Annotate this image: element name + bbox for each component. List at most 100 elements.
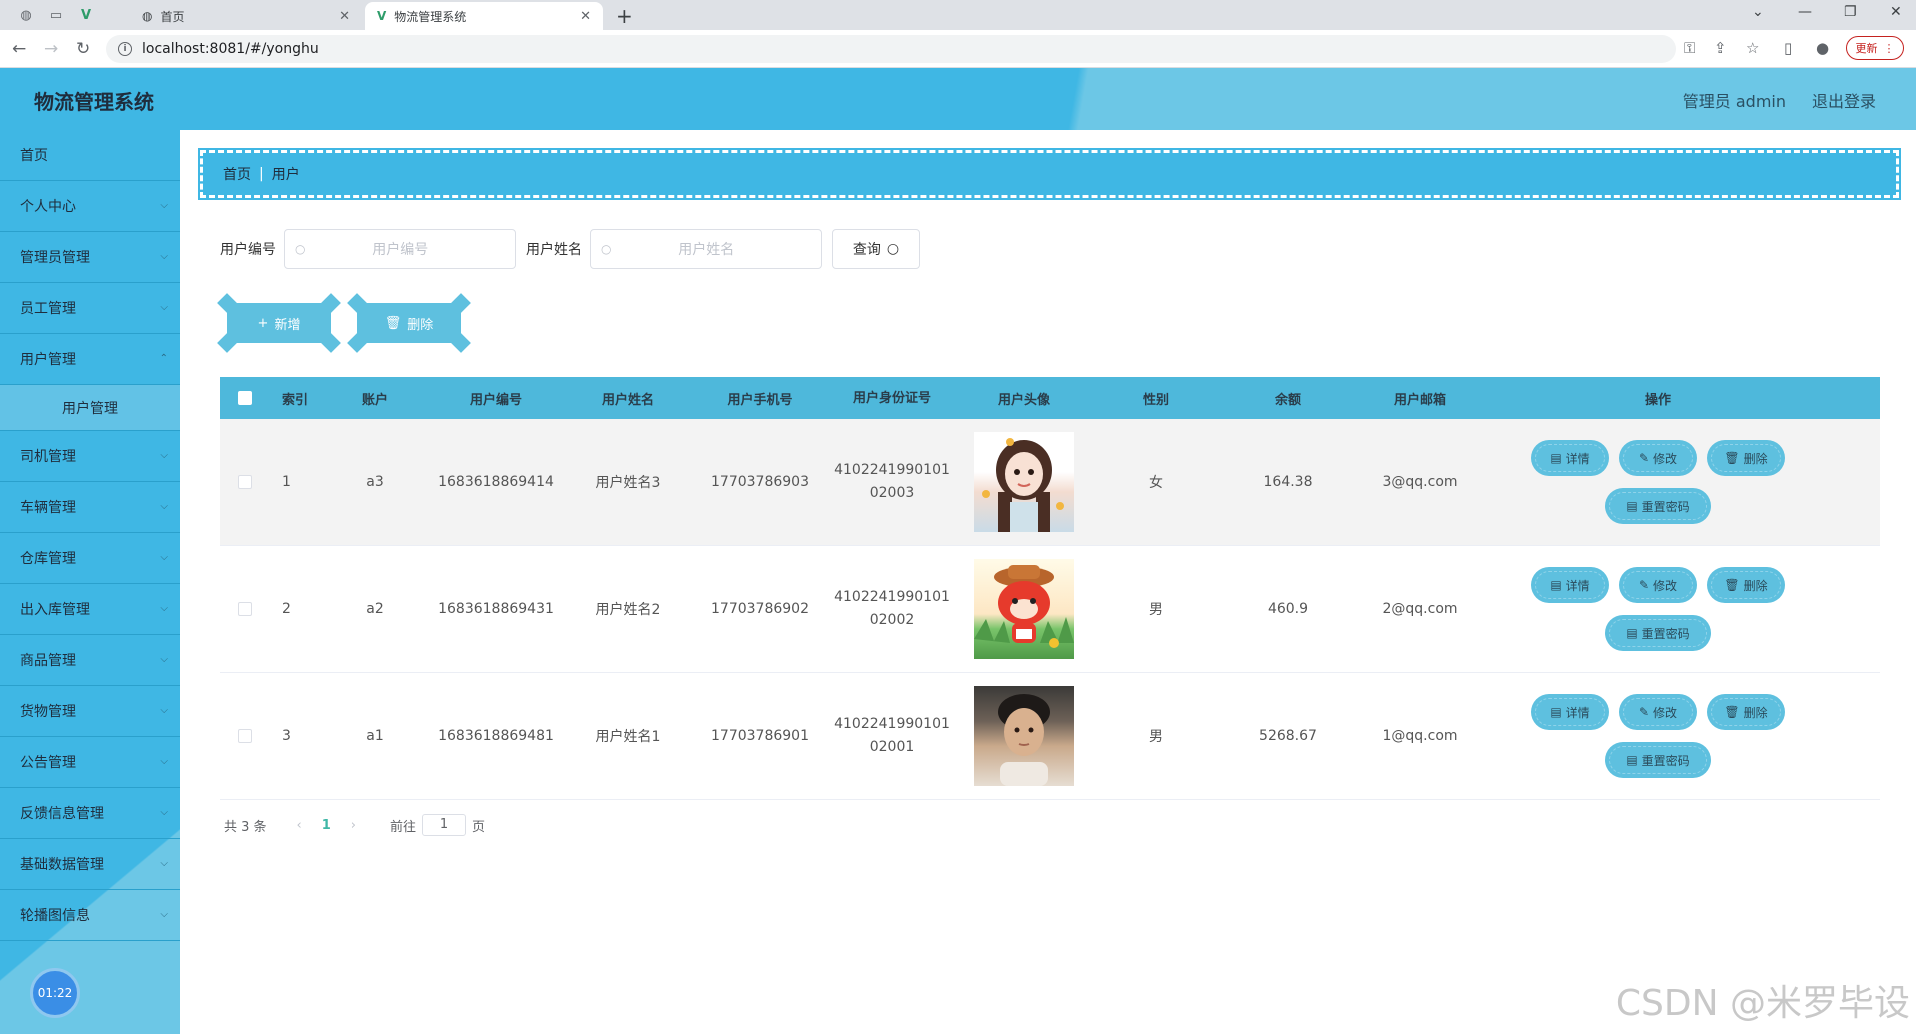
vue-logo-icon[interactable]: V bbox=[76, 5, 96, 25]
row-checkbox[interactable] bbox=[238, 475, 252, 489]
sidepanel-icon[interactable]: ▯ bbox=[1784, 39, 1792, 57]
current-page[interactable]: 1 bbox=[322, 818, 331, 833]
detail-button[interactable]: ▤ 详情 bbox=[1531, 694, 1609, 730]
sidebar-item-admins[interactable]: 管理员管理 ⌵ bbox=[0, 232, 180, 283]
back-icon[interactable]: ← bbox=[12, 39, 26, 59]
edit-button[interactable]: ✎ 修改 bbox=[1619, 440, 1697, 476]
users-table: 索引 账户 用户编号 用户姓名 用户手机号 用户身份证号 用户头像 性别 余额 … bbox=[220, 377, 1880, 800]
batch-delete-button[interactable]: 🗑 删除 bbox=[347, 293, 471, 353]
info-icon[interactable]: i bbox=[118, 42, 132, 56]
reset-password-button[interactable]: ▤ 重置密码 bbox=[1605, 615, 1711, 651]
cell-id-number: 4102241990101 02003 bbox=[826, 459, 958, 505]
sidebar-item-users[interactable]: 用户管理 ⌃ bbox=[0, 334, 180, 385]
button-corner bbox=[347, 293, 367, 313]
sidebar-item-inout[interactable]: 出入库管理 ⌵ bbox=[0, 584, 180, 635]
sidebar: 首页 个人中心 ⌵ 管理员管理 ⌵ 员工管理 ⌵ 用户管理 ⌃ 用户管理 司机管理 ⌵ 车… bbox=[0, 130, 180, 1034]
sidebar-item-basedata[interactable]: 基础数据管理 ⌵ bbox=[0, 839, 180, 890]
row-checkbox[interactable] bbox=[238, 602, 252, 616]
chevron-up-icon: ⌃ bbox=[159, 353, 168, 364]
minimize-icon[interactable]: — bbox=[1798, 4, 1812, 20]
current-user: 管理员 admin bbox=[1682, 92, 1786, 111]
chevron-down-icon: ⌵ bbox=[160, 807, 168, 818]
column-header: 用户头像 bbox=[997, 392, 1050, 408]
cell-index: 2 bbox=[282, 601, 291, 617]
row-checkbox[interactable] bbox=[238, 729, 252, 743]
sidebar-item-home[interactable]: 首页 bbox=[0, 130, 180, 181]
trash-icon: 🗑 bbox=[1724, 451, 1740, 465]
delete-button[interactable]: 🗑 删除 bbox=[1707, 440, 1785, 476]
logout-link[interactable]: 退出登录 bbox=[1812, 88, 1876, 112]
restore-icon[interactable]: ❐ bbox=[1844, 4, 1857, 20]
avatar-image[interactable] bbox=[974, 686, 1074, 786]
update-button[interactable]: 更新 ⋮ bbox=[1846, 36, 1904, 60]
sidebar-item-vehicles[interactable]: 车辆管理 ⌵ bbox=[0, 482, 180, 533]
tab-home[interactable]: ◍ 首页 ✕ bbox=[130, 2, 362, 30]
reset-password-button[interactable]: ▤ 重置密码 bbox=[1605, 742, 1711, 778]
user-no-input[interactable]: ○ 用户编号 bbox=[284, 229, 516, 269]
breadcrumb-home[interactable]: 首页 bbox=[223, 164, 251, 184]
url-input[interactable]: i localhost:8081/#/yonghu bbox=[106, 35, 1676, 63]
profile-icon[interactable]: ● bbox=[1816, 39, 1829, 57]
pagination: 共 3 条 ‹ 1 › 前往 1 页 bbox=[224, 814, 485, 836]
delete-button[interactable]: 🗑 删除 bbox=[1707, 567, 1785, 603]
edit-button[interactable]: ✎ 修改 bbox=[1619, 567, 1697, 603]
cell-email: 2@qq.com bbox=[1382, 601, 1458, 617]
add-button[interactable]: + 新增 bbox=[217, 293, 341, 353]
table-header: 索引 账户 用户编号 用户姓名 用户手机号 用户身份证号 用户头像 性别 余额 … bbox=[220, 377, 1880, 419]
edit-button[interactable]: ✎ 修改 bbox=[1619, 694, 1697, 730]
share-icon[interactable]: ⇪ bbox=[1714, 39, 1727, 57]
edit-label: 修改 bbox=[1653, 578, 1678, 593]
chevron-down-icon[interactable]: ⌄ bbox=[1752, 4, 1764, 20]
sidebar-item-label: 仓库管理 bbox=[20, 551, 76, 567]
sidebar-item-staff[interactable]: 员工管理 ⌵ bbox=[0, 283, 180, 334]
sidebar-item-products[interactable]: 商品管理 ⌵ bbox=[0, 635, 180, 686]
globe-icon[interactable]: ◍ bbox=[16, 5, 36, 25]
forward-icon[interactable]: → bbox=[44, 39, 58, 59]
delete-button[interactable]: 🗑 删除 bbox=[1707, 694, 1785, 730]
blank-page-icon[interactable]: ▭ bbox=[46, 5, 66, 25]
sidebar-item-goods[interactable]: 货物管理 ⌵ bbox=[0, 686, 180, 737]
close-icon[interactable]: ✕ bbox=[339, 9, 350, 24]
cell-email: 1@qq.com bbox=[1382, 728, 1458, 744]
trash-icon: 🗑 bbox=[1724, 705, 1740, 719]
id-number-line: 4102241990101 bbox=[834, 589, 950, 605]
sidebar-item-label: 车辆管理 bbox=[20, 500, 76, 516]
cell-user-no: 1683618869431 bbox=[438, 601, 554, 617]
avatar-image[interactable] bbox=[974, 432, 1074, 532]
sidebar-subitem-users[interactable]: 用户管理 bbox=[0, 385, 180, 431]
reset-password-button[interactable]: ▤ 重置密码 bbox=[1605, 488, 1711, 524]
chevron-down-icon: ⌵ bbox=[160, 654, 168, 665]
new-tab-icon[interactable]: + bbox=[616, 4, 633, 28]
sidebar-item-feedback[interactable]: 反馈信息管理 ⌵ bbox=[0, 788, 180, 839]
sidebar-item-notices[interactable]: 公告管理 ⌵ bbox=[0, 737, 180, 788]
next-page-icon[interactable]: › bbox=[351, 818, 356, 833]
query-button[interactable]: 查询 ○ bbox=[832, 229, 920, 269]
chevron-down-icon: ⌵ bbox=[160, 200, 168, 211]
select-all-checkbox[interactable] bbox=[238, 391, 252, 405]
page-jump-input[interactable]: 1 bbox=[422, 814, 467, 836]
detail-button[interactable]: ▤ 详情 bbox=[1531, 567, 1609, 603]
sidebar-item-profile[interactable]: 个人中心 ⌵ bbox=[0, 181, 180, 232]
reload-icon[interactable]: ↻ bbox=[76, 39, 90, 59]
reset-label: 重置密码 bbox=[1641, 626, 1690, 641]
sidebar-item-carousel[interactable]: 轮播图信息 ⌵ bbox=[0, 890, 180, 941]
sidebar-item-warehouses[interactable]: 仓库管理 ⌵ bbox=[0, 533, 180, 584]
update-label: 更新 bbox=[1855, 42, 1878, 55]
cell-operations: ▤ 详情 ✎ 修改 🗑 删除 ▤ 重置密码 bbox=[1486, 694, 1830, 778]
sidebar-item-drivers[interactable]: 司机管理 ⌵ bbox=[0, 431, 180, 482]
star-icon[interactable]: ☆ bbox=[1746, 39, 1759, 57]
key-icon[interactable]: ⚿ bbox=[1684, 39, 1695, 57]
button-corner bbox=[451, 333, 471, 353]
tab-logistics[interactable]: V 物流管理系统 ✕ bbox=[365, 2, 603, 30]
cell-avatar bbox=[958, 559, 1090, 659]
search-icon: ○ bbox=[295, 242, 306, 256]
vue-logo-icon: V bbox=[377, 9, 387, 23]
close-window-icon[interactable]: ✕ bbox=[1890, 4, 1902, 20]
avatar-image[interactable] bbox=[974, 559, 1074, 659]
app-title: 物流管理系统 bbox=[34, 90, 154, 114]
user-name-input[interactable]: ○ 用户姓名 bbox=[590, 229, 822, 269]
id-number-line: 4102241990101 bbox=[834, 462, 950, 478]
detail-button[interactable]: ▤ 详情 bbox=[1531, 440, 1609, 476]
close-icon[interactable]: ✕ bbox=[580, 9, 591, 24]
prev-page-icon[interactable]: ‹ bbox=[297, 818, 302, 833]
